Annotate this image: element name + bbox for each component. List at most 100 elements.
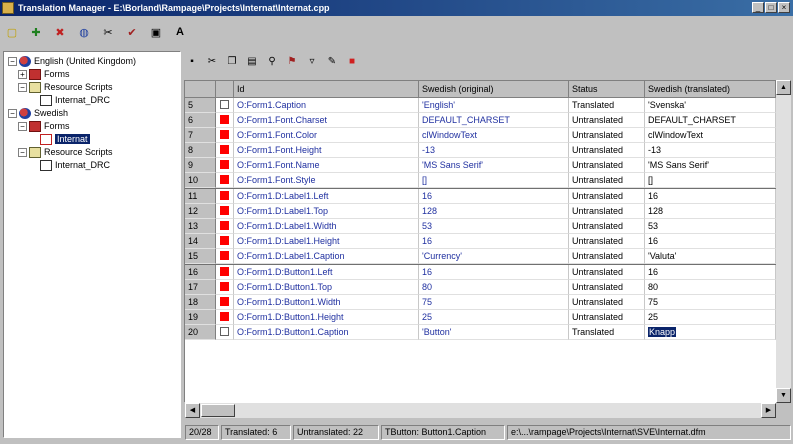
tree-node-swedish-forms[interactable]: − Forms <box>18 119 70 133</box>
translated-text[interactable]: 75 <box>648 297 658 307</box>
cell-status[interactable]: Untranslated <box>569 143 645 158</box>
table-row[interactable]: 5 O:Form1.Caption 'English' Translated 'Sven… <box>185 98 776 113</box>
cell-translated[interactable]: 'Svenska' <box>645 98 776 113</box>
scroll-up-icon[interactable]: ▲ <box>776 80 791 95</box>
translated-text[interactable]: 16 <box>648 236 658 246</box>
table-row[interactable]: 11 O:Form1.D:Label1.Left 16 Untranslated 16 <box>185 189 776 204</box>
row-number[interactable]: 20 <box>185 325 216 340</box>
cell-status[interactable]: Untranslated <box>569 113 645 128</box>
table-row[interactable]: 12 O:Form1.D:Label1.Top 128 Untranslated 128 <box>185 204 776 219</box>
cell-translated[interactable]: 25 <box>645 310 776 325</box>
cell-id[interactable]: O:Form1.D:Button1.Width <box>234 295 419 310</box>
save-icon[interactable]: ▪ <box>185 54 199 68</box>
row-number[interactable]: 19 <box>185 310 216 325</box>
row-number[interactable]: 11 <box>185 189 216 204</box>
table-row[interactable]: 18 O:Form1.D:Button1.Width 75 Untranslated 7… <box>185 295 776 310</box>
translated-text[interactable]: -13 <box>648 145 661 155</box>
table-row[interactable]: 13 O:Form1.D:Label1.Width 53 Untranslated 53 <box>185 219 776 234</box>
cell-status[interactable]: Untranslated <box>569 204 645 219</box>
cell-original[interactable]: DEFAULT_CHARSET <box>419 113 569 128</box>
cell-original[interactable]: 16 <box>419 265 569 280</box>
cut-icon[interactable]: ✂ <box>205 54 219 68</box>
cell-id[interactable]: O:Form1.D:Button1.Height <box>234 310 419 325</box>
cell-status[interactable]: Translated <box>569 98 645 113</box>
translation-grid[interactable]: Id Swedish (original) Status Swedish (tr… <box>184 80 791 403</box>
cell-status[interactable]: Translated <box>569 325 645 340</box>
replace-icon[interactable]: ⚑ <box>285 54 299 68</box>
row-number[interactable]: 9 <box>185 158 216 173</box>
scroll-down-icon[interactable]: ▼ <box>776 388 791 403</box>
workspace-icon[interactable]: ■ <box>345 54 359 68</box>
cell-status[interactable]: Untranslated <box>569 280 645 295</box>
cell-id[interactable]: O:Form1.Caption <box>234 98 419 113</box>
table-row[interactable]: 7 O:Form1.Font.Color clWindowText Untransla… <box>185 128 776 143</box>
cell-translated[interactable]: -13 <box>645 143 776 158</box>
table-row[interactable]: 20 O:Form1.D:Button1.Caption 'Button' Trans… <box>185 325 776 340</box>
table-row[interactable]: 9 O:Form1.Font.Name 'MS Sans Serif' Untrans… <box>185 158 776 173</box>
cell-id[interactable]: O:Form1.D:Label1.Left <box>234 189 419 204</box>
header-translated[interactable]: Swedish (translated) <box>645 81 776 98</box>
cell-id[interactable]: O:Form1.Font.Style <box>234 173 419 188</box>
tree-node-swedish-drc[interactable]: Internat_DRC <box>40 158 110 172</box>
cell-original[interactable]: 53 <box>419 219 569 234</box>
row-number[interactable]: 8 <box>185 143 216 158</box>
table-row[interactable]: 19 O:Form1.D:Button1.Height 25 Untranslated… <box>185 310 776 325</box>
cell-id[interactable]: O:Form1.D:Label1.Height <box>234 234 419 249</box>
scroll-right-icon[interactable]: ▶ <box>761 403 776 418</box>
translated-text[interactable]: 25 <box>648 312 658 322</box>
cell-original[interactable]: 'Button' <box>419 325 569 340</box>
table-row[interactable]: 14 O:Form1.D:Label1.Height 16 Untranslated 1… <box>185 234 776 249</box>
translated-text[interactable]: 80 <box>648 282 658 292</box>
cell-status[interactable]: Untranslated <box>569 234 645 249</box>
cell-original[interactable]: -13 <box>419 143 569 158</box>
cell-id[interactable]: O:Form1.D:Button1.Caption <box>234 325 419 340</box>
status-marker-cell[interactable] <box>216 204 234 219</box>
cell-status[interactable]: Untranslated <box>569 265 645 280</box>
cell-translated[interactable]: DEFAULT_CHARSET <box>645 113 776 128</box>
collapse-icon[interactable]: − <box>18 82 27 92</box>
header-original[interactable]: Swedish (original) <box>419 81 569 98</box>
filter-icon[interactable]: ▿ <box>305 54 319 68</box>
table-row[interactable]: 10 O:Form1.Font.Style[] Untranslated[] <box>185 173 776 189</box>
minimize-button[interactable]: _ <box>752 2 764 13</box>
header-id[interactable]: Id <box>234 81 419 98</box>
cell-original[interactable]: clWindowText <box>419 128 569 143</box>
tree-node-english[interactable]: − English (United Kingdom) <box>8 54 136 68</box>
status-marker-cell[interactable] <box>216 265 234 280</box>
cell-original[interactable]: 75 <box>419 295 569 310</box>
collapse-icon[interactable]: − <box>8 108 17 118</box>
table-row[interactable]: 15 O:Form1.D:Label1.Caption 'Currency' Untr… <box>185 249 776 265</box>
cell-original[interactable]: 128 <box>419 204 569 219</box>
translated-text[interactable]: [] <box>648 175 653 185</box>
horizontal-scrollbar[interactable]: ◀ ▶ <box>185 403 776 418</box>
edit-icon[interactable]: ✎ <box>325 54 339 68</box>
cell-translated[interactable]: Knapp <box>645 325 776 340</box>
font-icon[interactable]: A <box>172 24 188 40</box>
cell-original[interactable]: 'English' <box>419 98 569 113</box>
cell-original[interactable]: 16 <box>419 189 569 204</box>
status-marker-cell[interactable] <box>216 113 234 128</box>
status-marker-cell[interactable] <box>216 310 234 325</box>
cell-status[interactable]: Untranslated <box>569 249 645 264</box>
cell-translated[interactable]: clWindowText <box>645 128 776 143</box>
cell-id[interactable]: O:Form1.Font.Color <box>234 128 419 143</box>
header-mark[interactable] <box>216 81 234 98</box>
cell-status[interactable]: Untranslated <box>569 128 645 143</box>
paste-icon[interactable]: ▤ <box>245 54 259 68</box>
cell-original[interactable]: 25 <box>419 310 569 325</box>
cell-status[interactable]: Untranslated <box>569 189 645 204</box>
cell-status[interactable]: Untranslated <box>569 295 645 310</box>
status-marker-cell[interactable] <box>216 280 234 295</box>
vertical-scrollbar[interactable]: ▲ ▼ <box>776 80 791 403</box>
check-icon[interactable]: ✔ <box>124 24 140 40</box>
tree-node-swedish-resources[interactable]: − Resource Scripts <box>18 145 113 159</box>
header-num[interactable] <box>185 81 216 98</box>
header-status[interactable]: Status <box>569 81 645 98</box>
tree-node-english-resources[interactable]: − Resource Scripts <box>18 80 113 94</box>
scroll-left-icon[interactable]: ◀ <box>185 403 200 418</box>
cell-id[interactable]: O:Form1.D:Label1.Width <box>234 219 419 234</box>
status-marker-cell[interactable] <box>216 219 234 234</box>
translated-text[interactable]: DEFAULT_CHARSET <box>648 115 736 125</box>
status-marker-cell[interactable] <box>216 98 234 113</box>
row-number[interactable]: 18 <box>185 295 216 310</box>
